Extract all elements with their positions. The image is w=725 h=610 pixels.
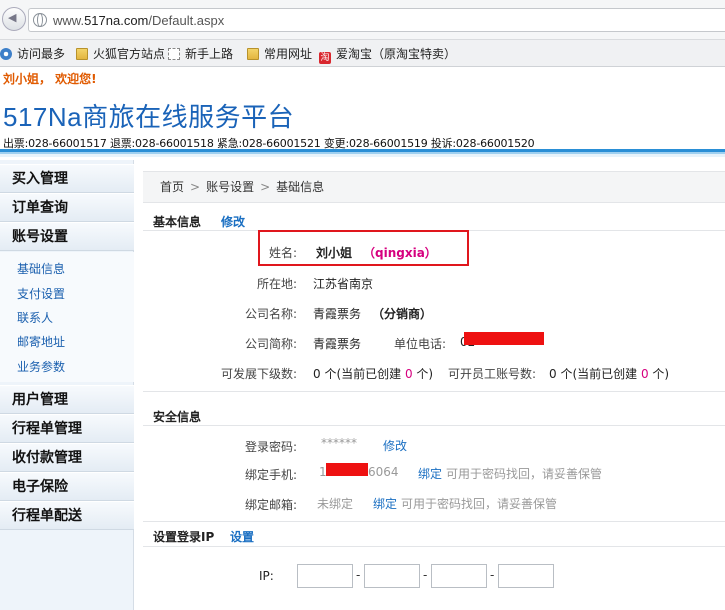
- back-button[interactable]: [2, 7, 26, 31]
- mobile-hint: 可用于密码找回，请妥善保管: [446, 467, 603, 481]
- basic-info-edit-link[interactable]: 修改: [221, 213, 245, 230]
- page-icon: [168, 48, 180, 60]
- ip-field-2[interactable]: [364, 564, 420, 588]
- url-text: www.517na.com/Default.aspx: [53, 13, 225, 28]
- login-id: （qingxia）: [363, 246, 437, 260]
- mobile-redaction: [326, 463, 368, 476]
- site-title: 517Na商旅在线服务平台: [3, 102, 295, 132]
- name-value: 刘小姐: [316, 246, 353, 260]
- password-value: ******: [321, 436, 357, 450]
- company-label: 公司名称:: [244, 307, 297, 321]
- sidebar-item-buy[interactable]: 买入管理: [0, 164, 134, 193]
- company-value: 青霞票务: [313, 307, 362, 321]
- sidebar-item-basic-info[interactable]: 基础信息: [17, 260, 65, 277]
- breadcrumb-home[interactable]: 首页: [160, 180, 184, 194]
- bookmark-ai-taobao[interactable]: 淘爱淘宝（原淘宝特卖）: [319, 46, 456, 64]
- mobile-end: 6064: [368, 465, 399, 479]
- folder-icon: [76, 48, 88, 60]
- sidebar-item-users[interactable]: 用户管理: [0, 385, 134, 414]
- ip-field-3[interactable]: [431, 564, 487, 588]
- sub-accounts-label: 可发展下级数:: [220, 367, 297, 381]
- breadcrumb-account[interactable]: 账号设置: [206, 180, 254, 194]
- phone-label: 单位电话:: [393, 337, 446, 351]
- bookmarks-bar: 访问最多 火狐官方站点 新手上路 常用网址 淘爱淘宝（原淘宝特卖）: [0, 40, 725, 67]
- location-value: 江苏省南京: [313, 277, 374, 291]
- name-label: 姓名:: [268, 246, 297, 260]
- bookmark-firefox-site[interactable]: 火狐官方站点: [76, 46, 165, 62]
- password-label: 登录密码:: [244, 440, 297, 454]
- address-bar: www.517na.com/Default.aspx: [0, 0, 725, 40]
- sidebar-item-orders[interactable]: 订单查询: [0, 193, 134, 222]
- ip-separator: -: [490, 568, 495, 582]
- globe-icon: [33, 13, 47, 27]
- sub-accounts-value: 0 个(当前已创建 0 个): [313, 367, 434, 381]
- ip-field-1[interactable]: [297, 564, 353, 588]
- breadcrumb-separator: >: [190, 180, 201, 194]
- taobao-icon: 淘: [319, 52, 331, 64]
- email-value: 未绑定: [317, 497, 354, 511]
- email-bind-link[interactable]: 绑定: [373, 495, 397, 512]
- staff-accounts-label: 可开员工账号数:: [447, 367, 536, 381]
- sidebar-item-itinerary[interactable]: 行程单管理: [0, 414, 134, 443]
- folder-icon: [247, 48, 259, 60]
- sidebar-item-insurance[interactable]: 电子保险: [0, 472, 134, 501]
- sidebar-item-payments[interactable]: 收付款管理: [0, 443, 134, 472]
- breadcrumb-current: 基础信息: [276, 180, 325, 194]
- ip-settings-title: 设置登录IP: [153, 530, 215, 544]
- section-divider: [143, 425, 725, 426]
- password-edit-link[interactable]: 修改: [383, 437, 407, 454]
- ip-settings-link[interactable]: 设置: [230, 528, 254, 545]
- email-label: 绑定邮箱:: [244, 498, 297, 512]
- ip-separator: -: [423, 568, 428, 582]
- section-divider: [143, 391, 725, 392]
- mobile-bind-link[interactable]: 绑定: [418, 465, 442, 482]
- bookmark-most-visited[interactable]: 访问最多: [0, 46, 65, 62]
- breadcrumb: 首页 > 账号设置 > 基础信息: [143, 171, 725, 203]
- security-title: 安全信息: [153, 410, 202, 424]
- section-divider: [143, 521, 725, 522]
- bookmark-common-sites[interactable]: 常用网址: [247, 46, 312, 62]
- email-hint: 可用于密码找回，请妥善保管: [401, 497, 558, 511]
- sidebar: 买入管理 订单查询 账号设置 基础信息 支付设置 联系人 邮寄地址 业务参数 用…: [0, 160, 134, 610]
- basic-info-title: 基本信息: [153, 215, 202, 229]
- bookmark-getting-started[interactable]: 新手上路: [168, 46, 233, 62]
- ip-field-4[interactable]: [498, 564, 554, 588]
- url-input[interactable]: www.517na.com/Default.aspx: [28, 8, 725, 32]
- gear-icon: [0, 48, 12, 60]
- mobile-label: 绑定手机:: [244, 468, 297, 482]
- sidebar-item-payment[interactable]: 支付设置: [17, 285, 65, 302]
- location-label: 所在地:: [256, 277, 297, 291]
- header-divider: [0, 149, 725, 157]
- breadcrumb-separator: >: [260, 180, 271, 194]
- staff-accounts-value: 0 个(当前已创建 0 个): [549, 367, 670, 381]
- section-divider: [143, 546, 725, 547]
- ip-label: IP:: [259, 569, 274, 583]
- sidebar-item-account[interactable]: 账号设置: [0, 222, 134, 251]
- sidebar-item-mail-address[interactable]: 邮寄地址: [17, 333, 65, 350]
- sidebar-item-itinerary-delivery[interactable]: 行程单配送: [0, 501, 134, 530]
- sidebar-item-contacts[interactable]: 联系人: [17, 309, 53, 326]
- welcome-text: 刘小姐， 欢迎您!: [3, 72, 97, 86]
- short-name-value: 青霞票务: [313, 337, 362, 351]
- phone-redaction: [464, 332, 544, 345]
- short-name-label: 公司简称:: [244, 337, 297, 351]
- company-type: （分销商）: [372, 307, 433, 321]
- sidebar-item-business-params[interactable]: 业务参数: [17, 358, 65, 375]
- ip-separator: -: [356, 568, 361, 582]
